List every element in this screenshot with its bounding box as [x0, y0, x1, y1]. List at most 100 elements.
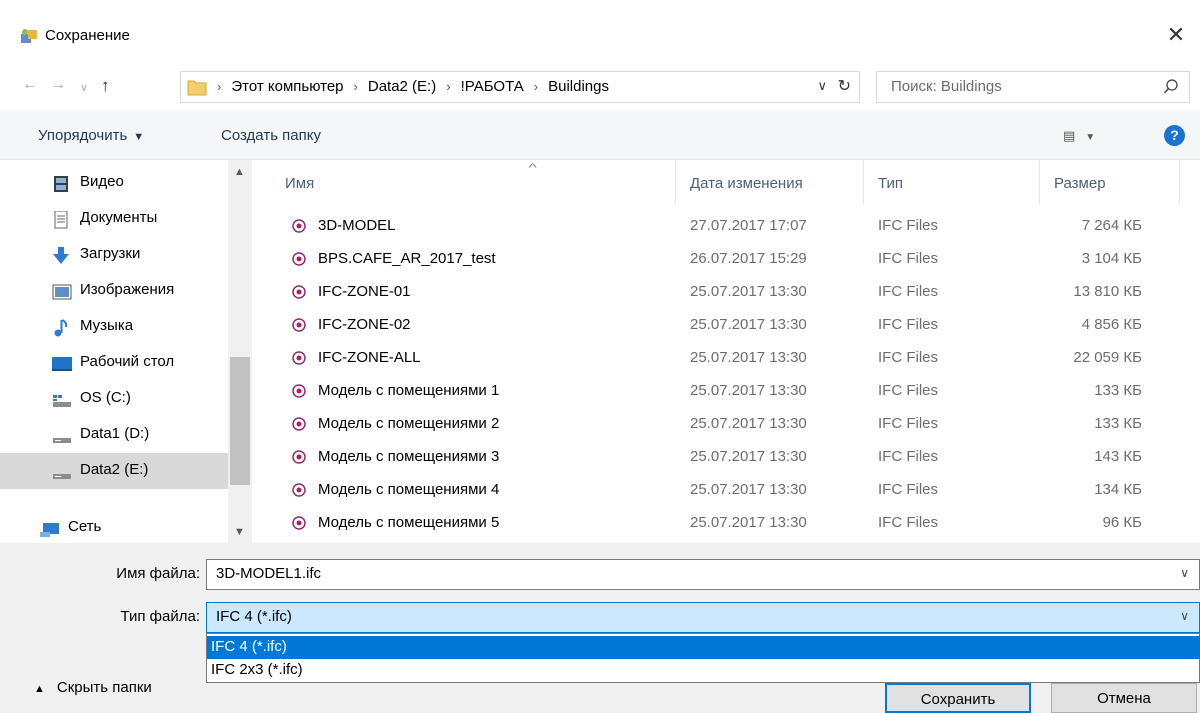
organize-label: Упорядочить [38, 127, 128, 144]
file-row[interactable]: BPS.CAFE_AR_2017_test 26.07.2017 15:29 I… [252, 245, 1200, 278]
file-row[interactable]: Модель с помещениями 1 25.07.2017 13:30 … [252, 377, 1200, 410]
view-options-button[interactable]: ▤ ▼ [1063, 128, 1095, 144]
column-header-date[interactable]: Дата изменения [676, 160, 864, 205]
nav-item-videos[interactable]: Видео [0, 165, 228, 201]
file-row[interactable]: 3D-MODEL 27.07.2017 17:07 IFC Files 7 26… [252, 212, 1200, 245]
filetype-option[interactable]: IFC 4 (*.ifc) [207, 636, 1200, 659]
column-header-size[interactable]: Размер [1040, 160, 1180, 205]
nav-item-label: Загрузки [80, 245, 141, 262]
file-row[interactable]: Модель с помещениями 4 25.07.2017 13:30 … [252, 476, 1200, 509]
file-row[interactable]: IFC-ZONE-02 25.07.2017 13:30 IFC Files 4… [252, 311, 1200, 344]
file-size: 143 КБ [1094, 448, 1142, 465]
scrollbar-thumb[interactable] [230, 357, 250, 485]
pictures-icon [52, 284, 72, 300]
file-date: 25.07.2017 13:30 [690, 316, 807, 333]
breadcrumb-item[interactable]: Этот компьютер [231, 78, 343, 95]
file-name: BPS.CAFE_AR_2017_test [318, 250, 496, 267]
dropdown-arrow-icon: ▼ [1085, 132, 1096, 143]
help-icon[interactable]: ? [1164, 125, 1185, 146]
hide-folders-label: Скрыть папки [56, 679, 152, 696]
file-size: 133 КБ [1094, 415, 1142, 432]
address-dropdown-icon[interactable]: ∨ [817, 78, 827, 94]
music-icon [54, 319, 68, 337]
search-box[interactable]: Поиск: Buildings [876, 71, 1190, 103]
filetype-label: Тип файла: [120, 608, 201, 625]
file-date: 25.07.2017 13:30 [690, 382, 807, 399]
filetype-select[interactable]: IFC 4 (*.ifc) ∨ [206, 602, 1200, 633]
save-options-panel: Имя файла: 3D-MODEL1.ifc ∨ Тип файла: IF… [0, 543, 1200, 713]
new-folder-button[interactable]: Создать папку [221, 127, 321, 144]
nav-item-label: Data1 (D:) [80, 425, 150, 442]
file-name: IFC-ZONE-01 [318, 283, 411, 300]
file-type: IFC Files [878, 481, 938, 498]
refresh-icon[interactable]: ↻ [838, 76, 851, 96]
file-row[interactable]: Модель с помещениями 3 25.07.2017 13:30 … [252, 443, 1200, 476]
video-icon [54, 176, 68, 192]
save-button[interactable]: Сохранить [885, 683, 1031, 713]
ifc-file-icon [292, 252, 306, 266]
file-row[interactable]: IFC-ZONE-ALL 25.07.2017 13:30 IFC Files … [252, 344, 1200, 377]
close-icon[interactable]: ✕ [1162, 22, 1190, 48]
nav-item-pictures[interactable]: Изображения [0, 273, 228, 309]
address-bar[interactable]: › Этот компьютер › Data2 (E:) › !РАБОТА … [180, 71, 860, 103]
file-type: IFC Files [878, 382, 938, 399]
column-header-name[interactable]: Имя [252, 160, 676, 205]
ifc-file-icon [292, 384, 306, 398]
nav-item-downloads[interactable]: Загрузки [0, 237, 228, 273]
search-placeholder: Поиск: Buildings [891, 78, 1002, 95]
ifc-file-icon [292, 318, 306, 332]
column-header-type[interactable]: Тип [864, 160, 1040, 205]
navigation-pane-scrollbar[interactable]: ▲ ▼ [228, 160, 252, 543]
nav-item-label: Data2 (E:) [80, 461, 149, 478]
file-name: Модель с помещениями 2 [318, 415, 500, 432]
file-name: 3D-MODEL [318, 217, 396, 234]
filename-value: 3D-MODEL1.ifc [216, 565, 322, 582]
nav-item-os-drive[interactable]: OS (C:) [0, 381, 228, 417]
file-size: 4 856 КБ [1081, 316, 1142, 333]
breadcrumb-item[interactable]: Data2 (E:) [368, 78, 436, 95]
file-type: IFC Files [878, 283, 938, 300]
back-arrow-icon[interactable]: ← [22, 76, 38, 94]
filetype-option[interactable]: IFC 2x3 (*.ifc) [207, 659, 1200, 682]
cancel-button[interactable]: Отмена [1051, 683, 1197, 713]
forward-arrow-icon[interactable]: → [50, 76, 66, 94]
recent-locations-chevron-icon[interactable]: ∨ [80, 81, 88, 94]
file-type: IFC Files [878, 217, 938, 234]
breadcrumb-item[interactable]: !РАБОТА [461, 78, 524, 95]
ifc-file-icon [292, 516, 306, 530]
nav-item-network[interactable]: Сеть [0, 510, 216, 543]
nav-item-data2-drive[interactable]: Data2 (E:) [0, 453, 228, 489]
nav-item-desktop[interactable]: Рабочий стол [0, 345, 228, 381]
breadcrumb-item[interactable]: Buildings [548, 78, 609, 95]
chevron-down-icon[interactable]: ∨ [1180, 566, 1189, 580]
column-header-label: Имя [285, 175, 315, 192]
file-row[interactable]: Модель с помещениями 2 25.07.2017 13:30 … [252, 410, 1200, 443]
file-size: 7 264 КБ [1081, 217, 1142, 234]
column-header-label: Размер [1054, 175, 1106, 192]
dropdown-arrow-icon: ▼ [133, 131, 145, 143]
scroll-up-arrow-icon[interactable]: ▲ [234, 166, 245, 178]
file-name: Модель с помещениями 4 [318, 481, 500, 498]
file-date: 25.07.2017 13:30 [690, 481, 807, 498]
ifc-file-icon [292, 351, 306, 365]
file-name: Модель с помещениями 1 [318, 382, 500, 399]
file-size: 134 КБ [1094, 481, 1142, 498]
save-dialog-icon [21, 29, 37, 43]
file-date: 25.07.2017 13:30 [690, 514, 807, 531]
hide-folders-button[interactable]: ▲ Скрыть папки [34, 679, 152, 696]
organize-button[interactable]: Упорядочить ▼ [38, 127, 144, 144]
filename-field[interactable]: 3D-MODEL1.ifc ∨ [206, 559, 1200, 590]
filename-label: Имя файла: [116, 565, 200, 582]
file-date: 25.07.2017 13:30 [690, 349, 807, 366]
scroll-down-arrow-icon[interactable]: ▼ [234, 526, 245, 538]
nav-item-documents[interactable]: Документы [0, 201, 228, 237]
folder-icon [187, 80, 207, 96]
nav-item-music[interactable]: Музыка [0, 309, 228, 345]
nav-item-label: Рабочий стол [80, 353, 175, 370]
file-row[interactable]: Модель с помещениями 5 25.07.2017 13:30 … [252, 509, 1200, 542]
nav-item-data1-drive[interactable]: Data1 (D:) [0, 417, 228, 453]
up-arrow-icon[interactable]: ↑ [101, 76, 110, 96]
chevron-down-icon[interactable]: ∨ [1180, 609, 1189, 623]
file-type: IFC Files [878, 415, 938, 432]
file-row[interactable]: IFC-ZONE-01 25.07.2017 13:30 IFC Files 1… [252, 278, 1200, 311]
